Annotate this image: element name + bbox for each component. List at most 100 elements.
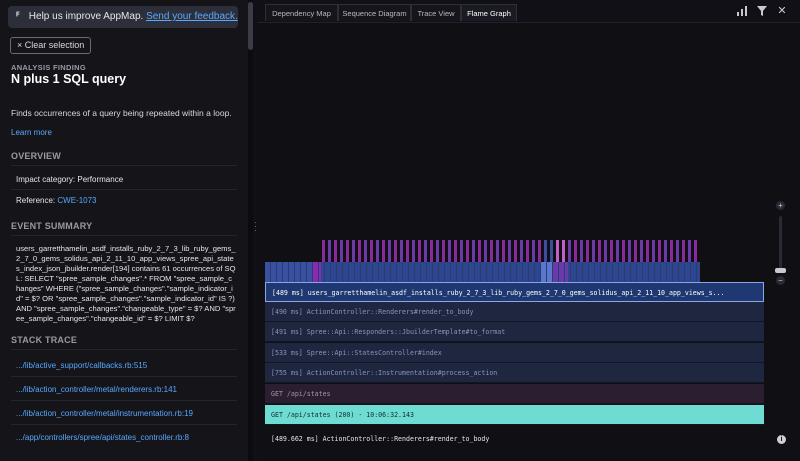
flame-sql-bar[interactable]	[580, 240, 583, 262]
zoom-out-icon[interactable]: −	[776, 276, 785, 285]
flame-sql-bar[interactable]	[400, 240, 403, 262]
flame-sql-bar[interactable]	[556, 240, 559, 262]
flame-sql-bar[interactable]	[604, 240, 607, 262]
flame-segment-divider	[516, 262, 517, 282]
flame-sql-bar[interactable]	[436, 240, 439, 262]
flame-sql-bar[interactable]	[514, 240, 517, 262]
flame-sql-bar[interactable]	[352, 240, 355, 262]
tab-sequence-diagram[interactable]: Sequence Diagram	[338, 4, 411, 21]
flame-sql-bar[interactable]	[550, 240, 553, 262]
flame-sql-bar[interactable]	[568, 240, 571, 262]
flame-sql-bar[interactable]	[496, 240, 499, 262]
flame-sql-bar[interactable]	[328, 240, 331, 262]
zoom-slider-track[interactable]	[779, 216, 782, 272]
tab-trace-view[interactable]: Trace View	[411, 4, 461, 21]
flame-sql-bar[interactable]	[406, 240, 409, 262]
flame-sql-bar[interactable]	[454, 240, 457, 262]
flame-segment-divider	[576, 262, 577, 282]
flame-sql-bar[interactable]	[370, 240, 373, 262]
flame-sql-bar[interactable]	[466, 240, 469, 262]
flame-sql-bar[interactable]	[526, 240, 529, 262]
flame-sql-bar[interactable]	[616, 240, 619, 262]
sidebar-scrollbar-thumb[interactable]	[248, 2, 253, 50]
close-icon[interactable]: ✕	[777, 6, 787, 17]
flame-sql-bar[interactable]	[634, 240, 637, 262]
tab-flame-graph[interactable]: Flame Graph	[461, 4, 517, 21]
flame-sql-bar[interactable]	[622, 240, 625, 262]
learn-more-link[interactable]: Learn more	[11, 128, 52, 137]
flame-sql-bar[interactable]	[376, 240, 379, 262]
stack-trace-item[interactable]: .../lib/active_support/callbacks.rb:515	[16, 361, 147, 370]
stack-trace-item[interactable]: .../lib/action_controller/metal/renderer…	[16, 385, 177, 394]
flame-sql-bar[interactable]	[664, 240, 667, 262]
stack-trace-item[interactable]: .../app/controllers/spree/api/states_con…	[16, 433, 189, 442]
flame-segment-divider	[282, 262, 283, 282]
flame-row[interactable]: [755 ms] ActionController::Instrumentati…	[265, 363, 764, 383]
flame-sql-bar[interactable]	[694, 240, 697, 262]
flame-segment-divider	[348, 262, 349, 282]
flame-sql-bar[interactable]	[640, 240, 643, 262]
flame-sql-bar[interactable]	[430, 240, 433, 262]
flame-sql-bar[interactable]	[424, 240, 427, 262]
flame-sql-bar[interactable]	[574, 240, 577, 262]
flame-sql-bar[interactable]	[598, 240, 601, 262]
event-summary-text: users_garretthamelin_asdf_installs_ruby_…	[16, 244, 236, 323]
flame-row[interactable]: [491 ms] Spree::Api::Responders::Jbuilde…	[265, 322, 764, 342]
feedback-link[interactable]: Send your feedback.	[146, 11, 238, 22]
flame-sql-bar[interactable]	[448, 240, 451, 262]
flame-row-selected[interactable]: [489 ms] users_garretthamelin_asdf_insta…	[265, 282, 764, 302]
reference-link[interactable]: CWE-1073	[57, 196, 96, 205]
flame-sql-bar[interactable]	[508, 240, 511, 262]
flame-sql-bar[interactable]	[358, 240, 361, 262]
flame-sql-bar[interactable]	[676, 240, 679, 262]
zoom-in-icon[interactable]: +	[776, 201, 785, 210]
flame-sql-bar[interactable]	[364, 240, 367, 262]
flame-sql-bar[interactable]	[544, 240, 547, 262]
flame-sql-bar[interactable]	[442, 240, 445, 262]
flame-sql-bar[interactable]	[658, 240, 661, 262]
flame-row[interactable]: [490 ms] ActionController::Renderers#ren…	[265, 302, 764, 322]
flame-sql-bar[interactable]	[592, 240, 595, 262]
flame-row[interactable]: [533 ms] Spree::Api::StatesController#in…	[265, 343, 764, 363]
flame-segment[interactable]	[313, 262, 321, 282]
flame-sql-bar[interactable]	[472, 240, 475, 262]
stats-icon[interactable]	[737, 6, 747, 16]
flame-sql-bar[interactable]	[382, 240, 385, 262]
flame-segment-divider	[432, 262, 433, 282]
flame-sql-bar[interactable]	[586, 240, 589, 262]
flame-segment-divider	[270, 262, 271, 282]
filter-icon[interactable]	[757, 6, 767, 16]
flame-sql-bar[interactable]	[538, 240, 541, 262]
flame-sql-bar[interactable]	[646, 240, 649, 262]
flame-sql-bar[interactable]	[502, 240, 505, 262]
flame-sql-bar[interactable]	[478, 240, 481, 262]
flame-sql-bar[interactable]	[688, 240, 691, 262]
flame-sql-bar[interactable]	[532, 240, 535, 262]
flame-row-request[interactable]: GET /api/states	[265, 384, 764, 404]
flame-sql-bar[interactable]	[562, 240, 565, 262]
flame-sql-bar[interactable]	[652, 240, 655, 262]
flame-segment[interactable]	[552, 262, 568, 282]
flame-sql-bar[interactable]	[388, 240, 391, 262]
zoom-slider-handle[interactable]	[775, 268, 786, 273]
flame-row-root[interactable]: GET /api/states (200) - 10:06:32.143	[265, 405, 764, 425]
flame-sql-bar[interactable]	[340, 240, 343, 262]
clear-selection-button[interactable]: × Clear selection	[10, 37, 92, 54]
flame-sql-bar[interactable]	[322, 240, 325, 262]
flame-sql-bar[interactable]	[484, 240, 487, 262]
flame-sql-bar[interactable]	[682, 240, 685, 262]
flame-sql-bar[interactable]	[490, 240, 493, 262]
flame-sql-bar[interactable]	[610, 240, 613, 262]
flame-sql-bar[interactable]	[346, 240, 349, 262]
info-icon[interactable]: i	[777, 435, 786, 444]
flame-sql-bar[interactable]	[394, 240, 397, 262]
flame-sql-bar[interactable]	[460, 240, 463, 262]
flame-sql-bar[interactable]	[334, 240, 337, 262]
flame-sql-bar[interactable]	[520, 240, 523, 262]
flame-sql-bar[interactable]	[670, 240, 673, 262]
flame-sql-bar[interactable]	[412, 240, 415, 262]
flame-sql-bar[interactable]	[418, 240, 421, 262]
stack-trace-item[interactable]: .../lib/action_controller/metal/instrume…	[16, 409, 193, 418]
tab-dependency-map[interactable]: Dependency Map	[265, 4, 338, 21]
flame-sql-bar[interactable]	[628, 240, 631, 262]
